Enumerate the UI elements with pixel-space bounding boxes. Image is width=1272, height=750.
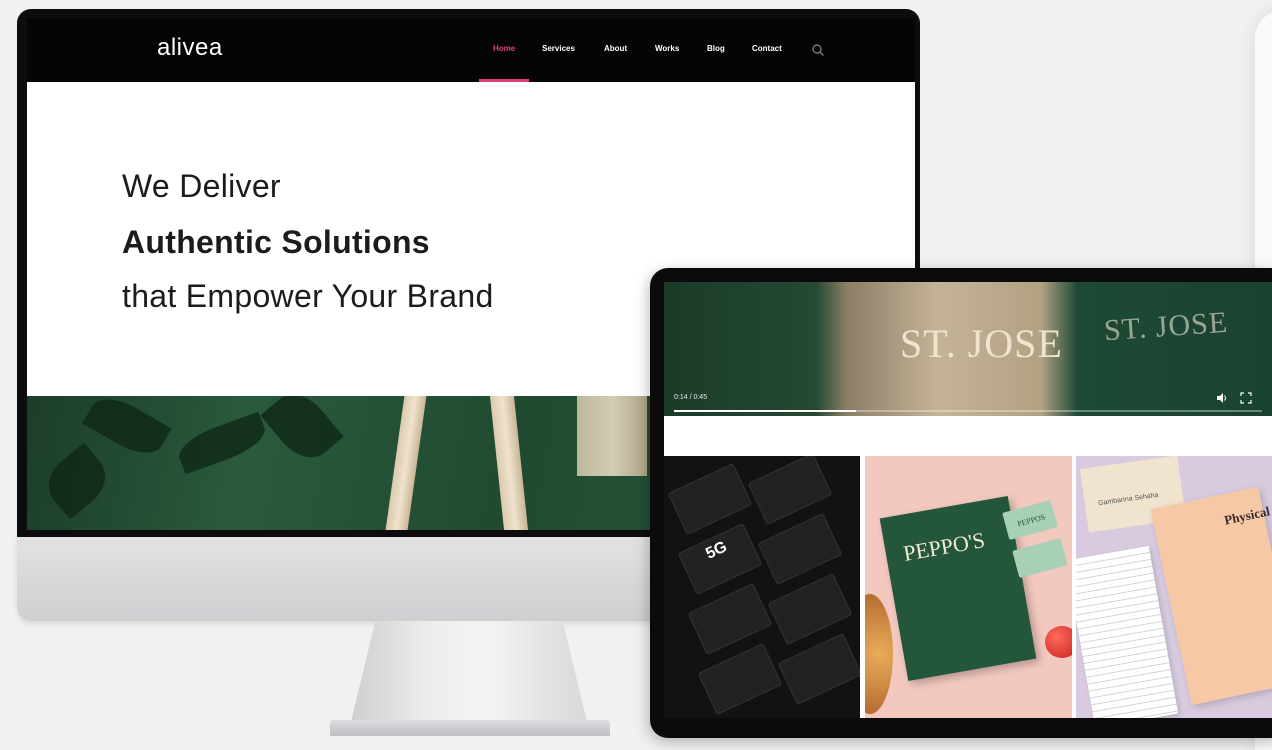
leaf-shape <box>82 396 172 464</box>
section-spacer <box>664 422 1272 456</box>
bag-strap <box>385 396 427 530</box>
leaf-shape <box>173 411 271 475</box>
volume-icon[interactable] <box>1216 392 1228 404</box>
nav-item-contact[interactable]: Contact <box>752 44 782 53</box>
fullscreen-icon[interactable] <box>1240 392 1252 404</box>
nav-item-services[interactable]: Services <box>542 44 575 53</box>
slide-card <box>697 642 783 716</box>
video-time: 0:14 / 0:45 <box>674 394 708 401</box>
business-card <box>1012 538 1068 578</box>
nav-item-about[interactable]: About <box>604 44 627 53</box>
leaf-shape <box>260 396 344 469</box>
nav-item-blog[interactable]: Blog <box>707 44 725 53</box>
nav-item-works[interactable]: Works <box>655 44 679 53</box>
video-bag-text: ST. JOSE <box>900 321 1063 366</box>
search-icon[interactable] <box>811 43 825 57</box>
video-bag-text-side: ST. JOSE <box>1102 305 1230 348</box>
video-progress-bar[interactable] <box>674 410 1262 412</box>
brand-logo[interactable]: alivea <box>157 34 223 62</box>
nav-active-indicator <box>479 79 529 82</box>
hero-line-3: that Empower Your Brand <box>122 278 494 314</box>
portfolio-tile-tech[interactable]: 5G <box>664 456 860 718</box>
leaf-shape <box>37 442 117 520</box>
pizza-shape <box>865 594 893 714</box>
monitor-stand-base <box>330 720 610 736</box>
nav-item-home[interactable]: Home <box>493 44 515 53</box>
video-progress-fill <box>674 410 857 412</box>
hero-line-1: We Deliver <box>122 168 281 204</box>
portfolio-tile-peppos[interactable]: PEPPO'S PEPPOS <box>865 456 1072 718</box>
portfolio-tile-physical[interactable]: Gambarina Sehaha Physical <box>1076 456 1272 718</box>
top-navigation: alivea Home Services About Works Blog Co… <box>27 18 915 82</box>
tomato-shape <box>1045 626 1072 658</box>
monitor-stand <box>348 621 590 733</box>
bag-strap <box>577 396 647 476</box>
bag-strap <box>489 396 529 530</box>
hero-line-2: Authentic Solutions <box>122 224 430 260</box>
video-player[interactable]: ST. JOSE ST. JOSE 0:14 / 0:45 <box>664 282 1272 416</box>
slide-card <box>777 632 860 706</box>
tablet-screen: ST. JOSE ST. JOSE 0:14 / 0:45 5G PEPPO'S… <box>664 282 1272 718</box>
